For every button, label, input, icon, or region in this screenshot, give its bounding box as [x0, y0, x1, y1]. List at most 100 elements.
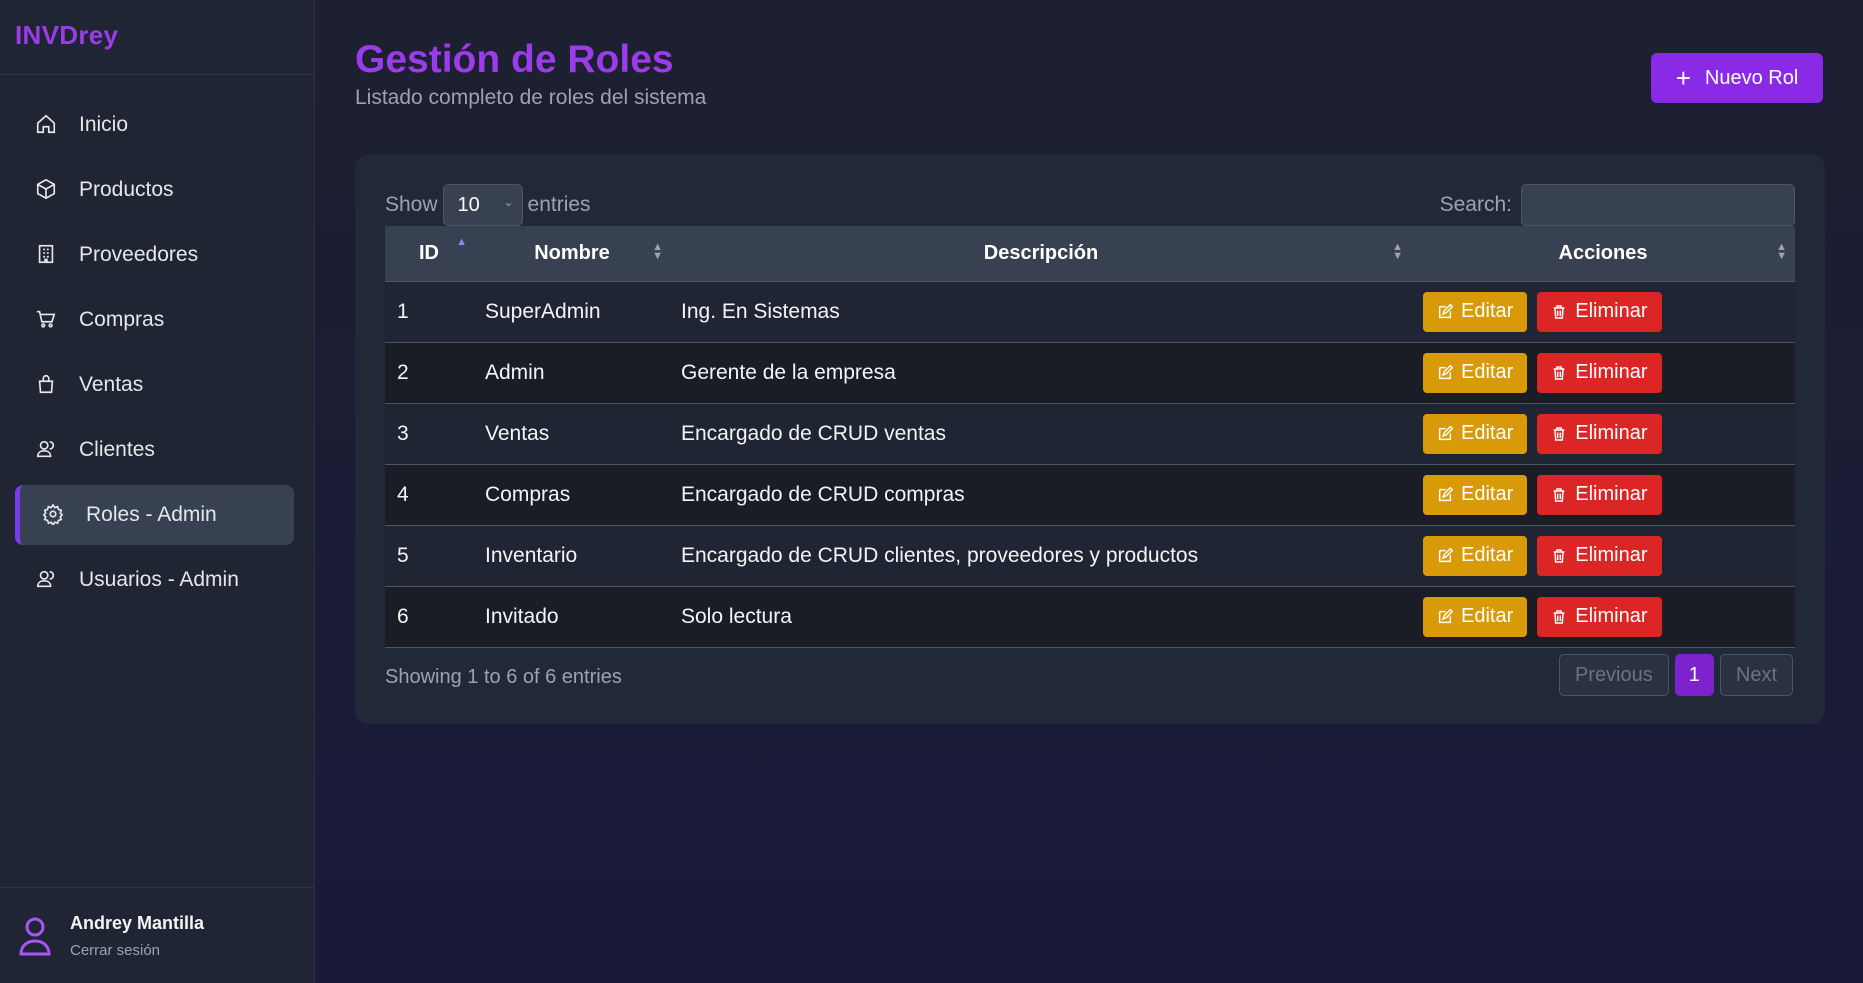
column-header-acciones[interactable]: Acciones ▲ ▼ — [1411, 226, 1795, 282]
trash-icon — [1553, 304, 1565, 319]
cell-actions: Editar Eliminar — [1411, 342, 1795, 404]
entries-label: entries — [527, 193, 591, 216]
edit-icon — [1438, 608, 1453, 623]
sidebar-item-label: Proveedores — [79, 243, 199, 266]
next-page-button[interactable]: Next — [1719, 654, 1793, 696]
sidebar-item-ventas[interactable]: Ventas — [15, 355, 294, 415]
cell-name: Admin — [473, 342, 671, 404]
cell-id: 1 — [385, 281, 473, 343]
users-icon — [35, 568, 59, 592]
trash-icon — [1553, 609, 1565, 624]
trash-icon — [1553, 426, 1565, 441]
sidebar-item-label: Roles - Admin — [86, 503, 217, 526]
page-1-button[interactable]: 1 — [1674, 654, 1714, 696]
users-icon — [35, 438, 59, 462]
column-header-id[interactable]: ID ▲ — [385, 226, 473, 282]
sidebar-item-label: Inicio — [79, 113, 129, 136]
cell-description: Gerente de la empresa — [671, 342, 1411, 404]
sidebar-item-label: Compras — [79, 308, 165, 331]
user-avatar-icon — [18, 916, 52, 956]
table-row: 5 Inventario Encargado de CRUD clientes,… — [385, 525, 1795, 587]
delete-button[interactable]: Eliminar — [1537, 291, 1662, 332]
cell-actions: Editar Eliminar — [1411, 586, 1795, 648]
user-panel: Andrey Mantilla Cerrar sesión — [0, 887, 315, 983]
cell-name: Inventario — [473, 525, 671, 587]
cell-id: 3 — [385, 403, 473, 465]
trash-icon — [1553, 548, 1565, 563]
page-subtitle: Listado completo de roles del sistema — [355, 86, 707, 109]
bag-icon — [35, 373, 59, 397]
table-row: 2 Admin Gerente de la empresa Editar Elim… — [385, 342, 1795, 404]
cell-name: SuperAdmin — [473, 281, 671, 343]
building-icon — [35, 243, 59, 267]
table-info: Showing 1 to 6 of 6 entries — [385, 666, 622, 688]
edit-button[interactable]: Editar — [1423, 291, 1528, 332]
sidebar-nav: Inicio Productos Proveedores Compras Ven… — [0, 75, 314, 610]
new-role-button[interactable]: + Nuevo Rol — [1651, 53, 1823, 103]
cell-id: 4 — [385, 464, 473, 526]
table-header-row: ID ▲ Nombre ▲ ▼ Descripción ▲ ▼ Acciones ▲… — [385, 226, 1795, 282]
delete-button[interactable]: Eliminar — [1537, 352, 1662, 393]
cell-name: Compras — [473, 464, 671, 526]
sort-icon: ▲ ▼ — [1392, 241, 1403, 262]
new-role-label: Nuevo Rol — [1704, 66, 1799, 89]
cell-actions: Editar Eliminar — [1411, 525, 1795, 587]
edit-button[interactable]: Editar — [1423, 535, 1528, 576]
table-row: 3 Ventas Encargado de CRUD ventas Editar… — [385, 403, 1795, 465]
delete-button[interactable]: Eliminar — [1537, 596, 1662, 637]
sort-icon: ▲ ▼ — [652, 241, 663, 262]
gear-icon — [42, 503, 66, 527]
column-header-descripcion[interactable]: Descripción ▲ ▼ — [671, 226, 1411, 282]
search-input[interactable] — [1521, 184, 1795, 226]
cell-description: Encargado de CRUD compras — [671, 464, 1411, 526]
delete-button[interactable]: Eliminar — [1537, 474, 1662, 515]
edit-icon — [1438, 547, 1453, 562]
pagination: Previous 1 Next — [1558, 654, 1793, 696]
edit-button[interactable]: Editar — [1423, 352, 1528, 393]
trash-icon — [1553, 487, 1565, 502]
previous-page-button[interactable]: Previous — [1558, 654, 1669, 696]
logout-link[interactable]: Cerrar sesión — [70, 942, 204, 959]
cell-description: Ing. En Sistemas — [671, 281, 1411, 343]
cell-actions: Editar Eliminar — [1411, 403, 1795, 465]
sidebar-item-label: Clientes — [79, 438, 155, 461]
cart-icon — [35, 308, 59, 332]
table-row: 6 Invitado Solo lectura Editar Eliminar — [385, 586, 1795, 648]
sort-asc-icon: ▲ — [456, 236, 467, 248]
entries-select[interactable]: 10 ⌄ — [442, 184, 523, 226]
table-search: Search: — [1440, 184, 1795, 226]
edit-icon — [1438, 425, 1453, 440]
sidebar-item-productos[interactable]: Productos — [15, 160, 294, 220]
user-name: Andrey Mantilla — [70, 912, 205, 933]
cell-id: 6 — [385, 586, 473, 648]
cell-name: Ventas — [473, 403, 671, 465]
delete-button[interactable]: Eliminar — [1537, 535, 1662, 576]
edit-icon — [1438, 303, 1453, 318]
edit-button[interactable]: Editar — [1423, 474, 1528, 515]
delete-button[interactable]: Eliminar — [1537, 413, 1662, 454]
sidebar-item-proveedores[interactable]: Proveedores — [15, 225, 294, 285]
sidebar-item-clientes[interactable]: Clientes — [15, 420, 294, 480]
plus-icon: + — [1675, 63, 1691, 93]
sidebar-item-usuarios-admin[interactable]: Usuarios - Admin — [15, 550, 294, 610]
trash-icon — [1553, 365, 1565, 380]
cell-description: Solo lectura — [671, 586, 1411, 648]
sidebar-item-roles-admin[interactable]: Roles - Admin — [15, 485, 294, 545]
sidebar-item-label: Usuarios - Admin — [79, 568, 239, 591]
cell-description: Encargado de CRUD clientes, proveedores … — [671, 525, 1411, 587]
edit-button[interactable]: Editar — [1423, 413, 1528, 454]
brand-logo[interactable]: INVDrey — [0, 0, 314, 75]
edit-button[interactable]: Editar — [1423, 596, 1528, 637]
table-row: 4 Compras Encargado de CRUD compras Edit… — [385, 464, 1795, 526]
edit-icon — [1438, 364, 1453, 379]
cell-id: 5 — [385, 525, 473, 587]
column-header-nombre[interactable]: Nombre ▲ ▼ — [473, 226, 671, 282]
roles-card: Show 10 ⌄ entries Search: ID ▲ Nombre ▲ … — [355, 154, 1825, 724]
show-label: Show — [385, 193, 438, 216]
table-controls: Show 10 ⌄ entries Search: — [385, 184, 1795, 226]
cell-name: Invitado — [473, 586, 671, 648]
sidebar-item-compras[interactable]: Compras — [15, 290, 294, 350]
page-title: Gestión de Roles — [355, 38, 674, 81]
box-icon — [35, 178, 59, 202]
sidebar-item-inicio[interactable]: Inicio — [15, 95, 294, 155]
